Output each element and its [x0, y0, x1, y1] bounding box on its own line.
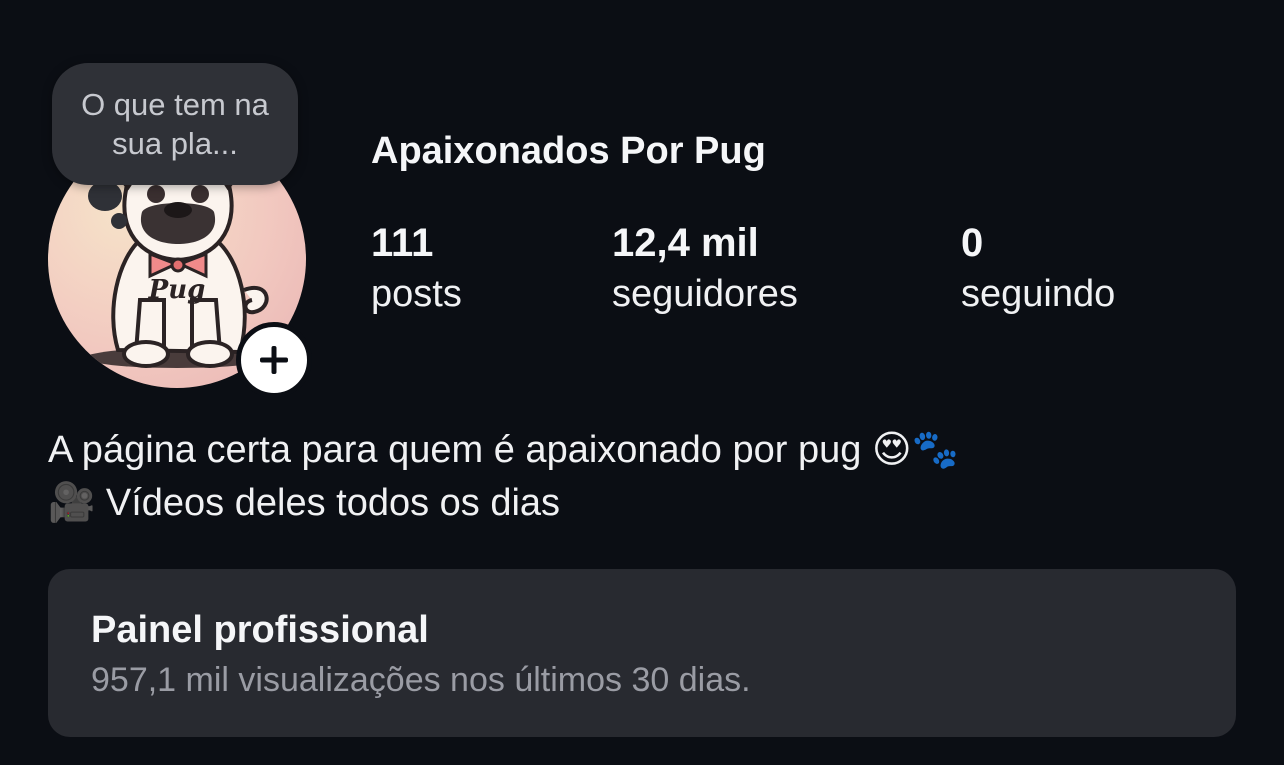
professional-dashboard-subtitle: 957,1 mil visualizações nos últimos 30 d… — [91, 661, 751, 699]
stat-label: posts — [371, 273, 462, 315]
add-story-button[interactable] — [236, 322, 312, 398]
stat-value: 111 — [371, 221, 434, 265]
bio-line-1: A página certa para quem é apaixonado po… — [48, 429, 959, 471]
stat-posts[interactable]: 111 posts — [371, 218, 462, 320]
professional-dashboard-button[interactable]: Painel profissional 957,1 mil visualizaç… — [48, 569, 1236, 737]
stat-followers[interactable]: 12,4 mil seguidores — [612, 218, 798, 320]
profile-bio: A página certa para quem é apaixonado po… — [48, 424, 1228, 530]
note-bubble[interactable]: O que tem na sua pla... — [52, 63, 298, 185]
stat-value: 0 — [961, 221, 984, 265]
stat-label: seguidores — [612, 273, 798, 315]
stat-label: seguindo — [961, 273, 1116, 315]
profile-name: Apaixonados Por Pug — [371, 130, 766, 172]
note-bubble-tail — [88, 181, 122, 211]
avatar-label: Pug — [148, 275, 206, 305]
stat-following[interactable]: 0 seguindo — [961, 218, 1115, 320]
plus-icon — [260, 346, 288, 374]
stat-value: 12,4 mil — [612, 221, 759, 265]
professional-dashboard-title: Painel profissional — [91, 609, 429, 651]
profile-page: Pug O que tem na sua pla... Apaixonados … — [0, 0, 1284, 765]
note-text: O que tem na sua pla... — [81, 87, 269, 161]
note-bubble-tail-small — [111, 213, 127, 229]
bio-line-2: 🎥 Vídeos deles todos os dias — [48, 482, 561, 524]
